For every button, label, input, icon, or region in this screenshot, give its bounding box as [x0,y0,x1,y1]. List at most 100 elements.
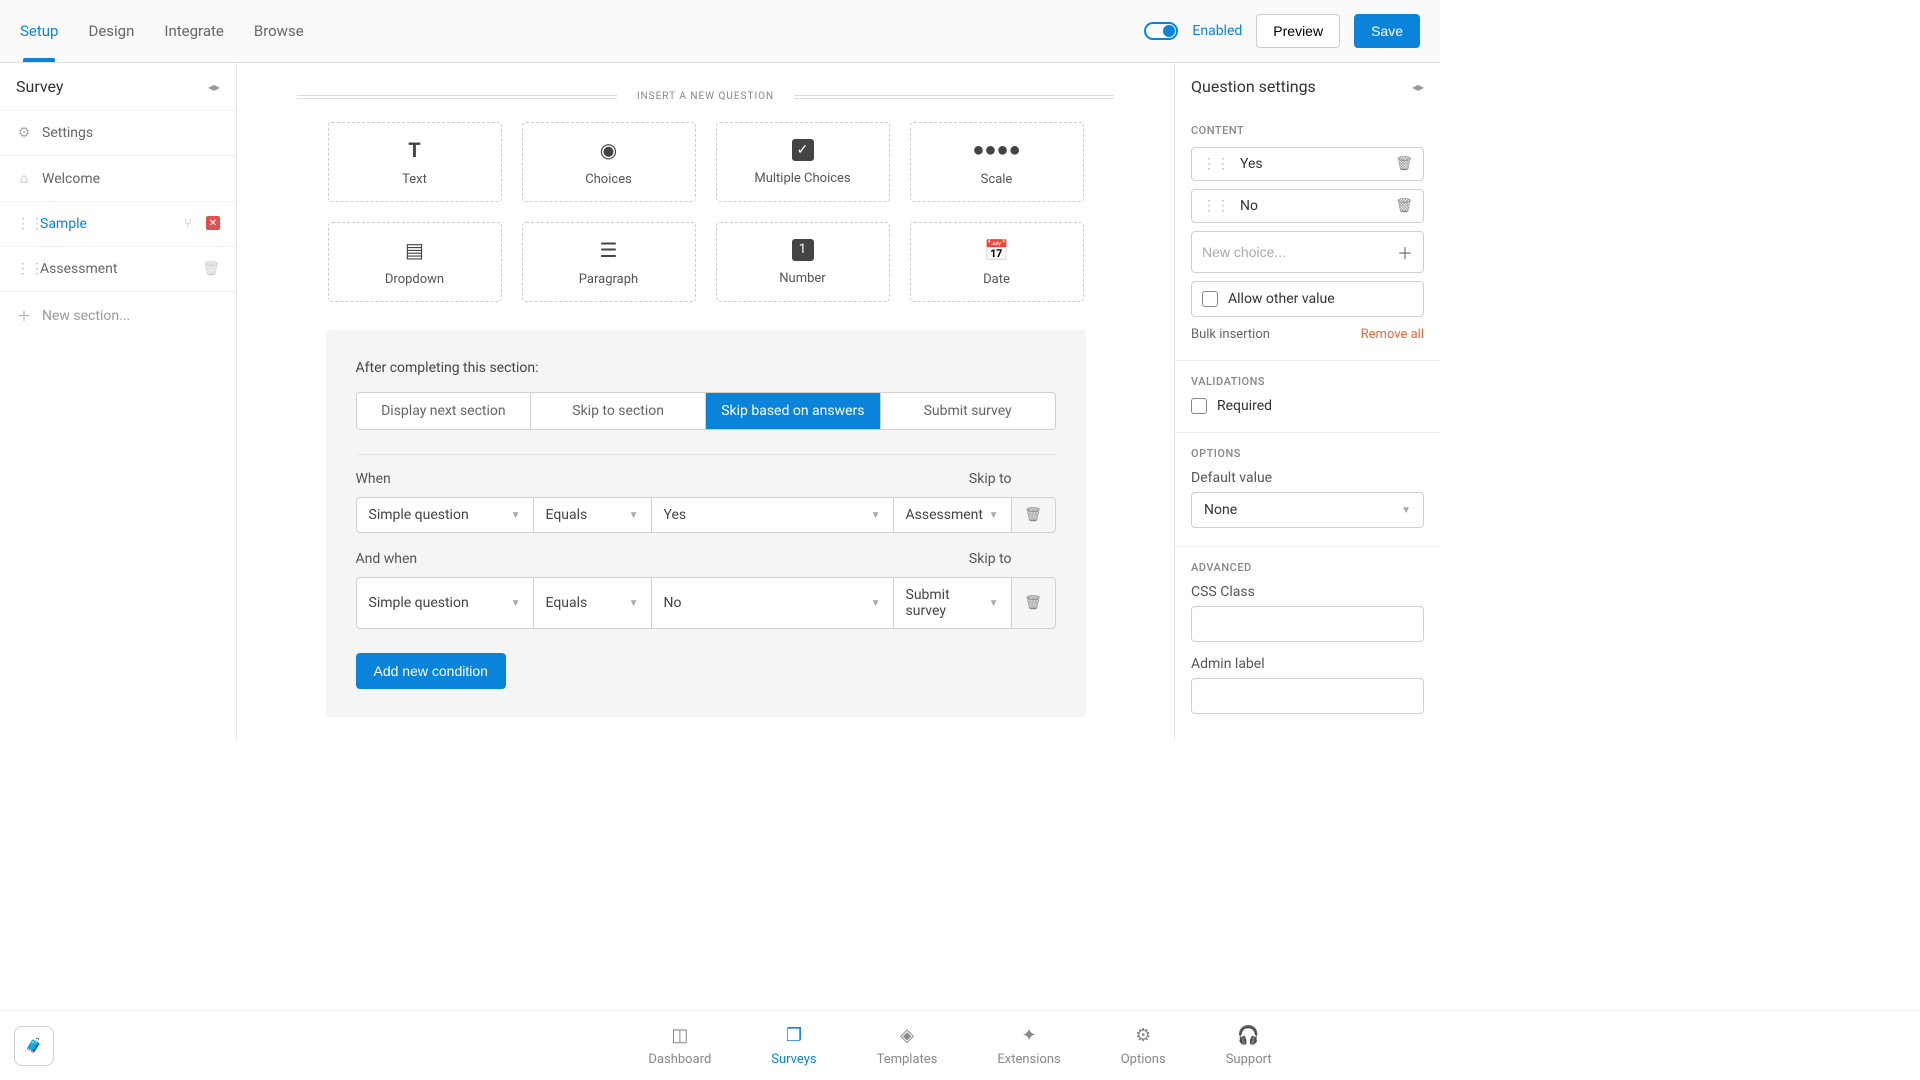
chevron-down-icon: ▼ [629,598,639,609]
chevron-down-icon: ▼ [871,510,881,521]
trash-icon: 🗑 [1024,595,1042,611]
default-value-select[interactable]: None ▼ [1191,492,1424,528]
new-choice-row[interactable]: ＋ [1191,231,1424,273]
css-class-label: CSS Class [1191,584,1424,600]
sidebar-item-welcome[interactable]: ⌂ Welcome [0,155,236,201]
css-class-input[interactable] [1191,606,1424,642]
rule2-question-select[interactable]: Simple question▼ [356,577,534,629]
qtype-label: Text [402,172,427,187]
save-button[interactable]: Save [1354,14,1420,48]
new-choice-input[interactable] [1202,244,1387,260]
nav-surveys[interactable]: ❐Surveys [771,1025,816,1067]
enabled-toggle[interactable] [1144,22,1178,40]
qtype-date[interactable]: 📅 Date [910,222,1084,302]
grip-icon: ⋮⋮ [16,261,30,277]
qtype-multiple[interactable]: ✓ Multiple Choices [716,122,890,202]
required-label: Required [1217,398,1272,414]
insert-header: INSERT A NEW QUESTION [297,91,1114,102]
rule2-delete-button[interactable]: 🗑 [1012,577,1056,629]
extensions-icon: ✦ [1022,1025,1037,1046]
qtype-label: Dropdown [385,272,444,287]
radio-icon: ◉ [600,138,617,162]
allow-other-label: Allow other value [1228,291,1335,307]
rule2-target-select[interactable]: Submit survey▼ [894,577,1012,629]
qtype-label: Number [779,271,825,286]
tab-skip-answers[interactable]: Skip based on answers [706,393,881,429]
qtype-number[interactable]: 1 Number [716,222,890,302]
trash-icon[interactable]: 🗑 [1395,156,1413,172]
options-header: Options [1191,447,1424,460]
rule1-delete-button[interactable]: 🗑 [1012,497,1056,533]
nav-support[interactable]: 🎧Support [1226,1025,1272,1067]
nav-dashboard[interactable]: ◫Dashboard [648,1025,711,1067]
collapse-right-icon[interactable]: ◂▸ [1412,80,1424,94]
trash-icon[interactable]: 🗑 [1395,198,1413,214]
left-sidebar: Survey ◂▸ ⚙ Settings ⌂ Welcome ⋮⋮ Sample… [0,63,237,740]
divider [794,95,1114,99]
bulk-insertion-link[interactable]: Bulk insertion [1191,327,1270,342]
qtype-scale[interactable]: ●●●● Scale [910,122,1084,202]
nav-templates[interactable]: ◈Templates [877,1025,938,1067]
rule1-value-select[interactable]: Yes▼ [652,497,894,533]
validations-section: Validations Required [1175,375,1440,433]
trash-icon[interactable]: 🗑 [202,261,220,277]
add-condition-button[interactable]: Add new condition [356,653,506,689]
qtype-label: Date [983,272,1010,287]
checkbox-icon [1191,398,1207,414]
calendar-icon: 📅 [984,238,1009,262]
rule-2: And when Skip to Simple question▼ Equals… [356,551,1056,629]
rule1-question-select[interactable]: Simple question▼ [356,497,534,533]
chevron-down-icon: ▼ [871,598,881,609]
choice-yes[interactable]: ⋮⋮ Yes 🗑 [1191,147,1424,181]
qtype-label: Choices [585,172,632,187]
number-icon: 1 [792,239,814,261]
when-label: When [356,471,391,487]
rule2-operator-select[interactable]: Equals▼ [534,577,652,629]
tab-setup[interactable]: Setup [20,0,58,62]
gear-icon: ⚙ [1135,1025,1151,1046]
choice-text: Yes [1240,156,1385,172]
validations-header: Validations [1191,375,1424,388]
sidebar-item-sample[interactable]: ⋮⋮ Sample ⑂ ✕ [0,201,236,246]
qtype-label: Paragraph [579,272,638,287]
plus-icon[interactable]: ＋ [1397,240,1413,264]
sidebar-new-section[interactable]: ＋ New section... [0,291,236,340]
default-value-label: Default value [1191,470,1424,486]
required-checkbox[interactable]: Required [1191,398,1424,414]
left-header: Survey ◂▸ [0,63,236,110]
tab-design[interactable]: Design [88,0,134,62]
collapse-left-icon[interactable]: ◂▸ [208,80,220,94]
qtype-choices[interactable]: ◉ Choices [522,122,696,202]
nav-options[interactable]: ⚙Options [1121,1025,1166,1067]
gear-icon: ⚙ [16,125,32,141]
qtype-dropdown[interactable]: ▤ Dropdown [328,222,502,302]
surveys-icon: ❐ [786,1025,802,1046]
skipto-label: Skip to [969,471,1012,487]
question-type-grid: T Text ◉ Choices ✓ Multiple Choices ●●●●… [326,122,1086,302]
text-icon: T [408,138,420,162]
headphones-icon: 🎧 [1237,1025,1259,1046]
tab-browse[interactable]: Browse [254,0,304,62]
remove-all-link[interactable]: Remove all [1361,327,1424,342]
sidebar-item-settings[interactable]: ⚙ Settings [0,110,236,155]
andwhen-label: And when [356,551,418,567]
choice-no[interactable]: ⋮⋮ No 🗑 [1191,189,1424,223]
sidebar-item-assessment[interactable]: ⋮⋮ Assessment 🗑 [0,246,236,291]
tab-submit[interactable]: Submit survey [881,393,1055,429]
tab-display-next[interactable]: Display next section [357,393,532,429]
admin-label-input[interactable] [1191,678,1424,714]
allow-other-checkbox[interactable]: Allow other value [1191,281,1424,317]
nav-extensions[interactable]: ✦Extensions [997,1025,1060,1067]
rule2-value-select[interactable]: No▼ [652,577,894,629]
qtype-paragraph[interactable]: ☰ Paragraph [522,222,696,302]
qtype-text[interactable]: T Text [328,122,502,202]
tab-skip-to[interactable]: Skip to section [531,393,706,429]
delete-section-icon[interactable]: ✕ [206,216,220,230]
preview-button[interactable]: Preview [1256,14,1340,48]
rule1-target-select[interactable]: Assessment▼ [894,497,1012,533]
chevron-down-icon: ▼ [629,510,639,521]
briefcase-button[interactable]: 🧳 [14,1026,54,1066]
tab-integrate[interactable]: Integrate [164,0,223,62]
filter-icon[interactable]: ⑂ [184,216,192,232]
rule1-operator-select[interactable]: Equals▼ [534,497,652,533]
